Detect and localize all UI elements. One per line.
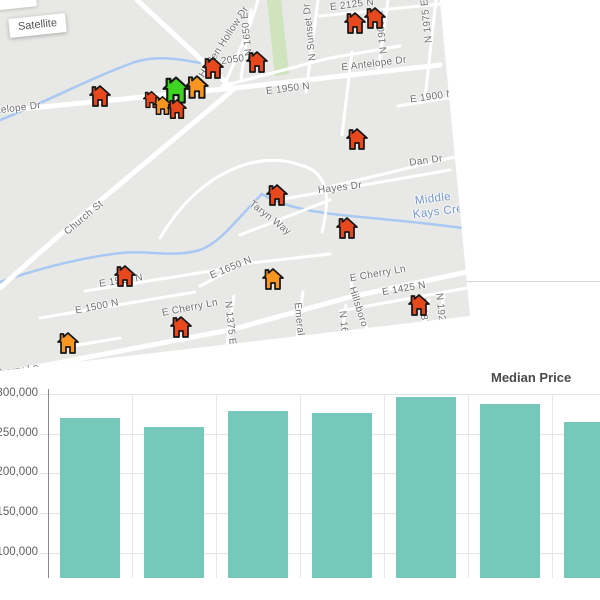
median-price-bar[interactable]	[228, 410, 288, 578]
y-axis-tick-label: 200,000	[0, 466, 38, 479]
red-house-marker[interactable]	[345, 127, 369, 151]
page: { "map": { "type_control": { "label": "S…	[0, 0, 600, 600]
y-axis-tick-label: 300,000	[0, 387, 38, 399]
map-canvas[interactable]: Antelope Dr Church St Hidden Hollow Dr E 20…	[0, 0, 470, 382]
orange-house-marker[interactable]	[261, 267, 285, 291]
x-gridline	[468, 394, 469, 578]
y-gridline	[40, 394, 600, 395]
red-house-marker[interactable]	[88, 84, 112, 108]
red-house-marker[interactable]	[166, 98, 188, 120]
median-price-bar[interactable]	[60, 417, 120, 578]
y-axis-tick-label: 150,000	[0, 506, 38, 519]
median-price-bar[interactable]	[144, 427, 204, 578]
red-house-marker[interactable]	[169, 315, 193, 339]
red-house-marker[interactable]	[335, 216, 359, 240]
x-gridline	[384, 394, 385, 578]
orange-house-marker[interactable]	[56, 331, 80, 355]
red-house-marker[interactable]	[407, 293, 431, 317]
red-house-marker[interactable]	[363, 6, 387, 30]
median-price-bar[interactable]	[396, 397, 456, 578]
y-axis-line	[48, 389, 49, 578]
median-price-bar[interactable]	[480, 403, 540, 578]
median-price-bar[interactable]	[312, 413, 372, 578]
y-axis-tick-label: 250,000	[0, 426, 38, 439]
x-gridline	[132, 394, 133, 578]
red-house-marker[interactable]	[113, 264, 137, 288]
chart-title: Median Price	[491, 370, 572, 385]
red-house-marker[interactable]	[265, 183, 289, 207]
median-price-bar[interactable]	[564, 421, 600, 578]
median-price-chart: Median Price 300,000 250,000 200,000 150,00…	[0, 360, 600, 600]
park-strip	[267, 0, 289, 76]
red-house-marker[interactable]	[245, 50, 269, 74]
x-gridline	[300, 394, 301, 578]
street-label: N 16	[336, 310, 350, 334]
x-gridline	[552, 394, 553, 578]
y-axis-tick-label: 100,000	[0, 545, 38, 558]
x-gridline	[216, 394, 217, 578]
